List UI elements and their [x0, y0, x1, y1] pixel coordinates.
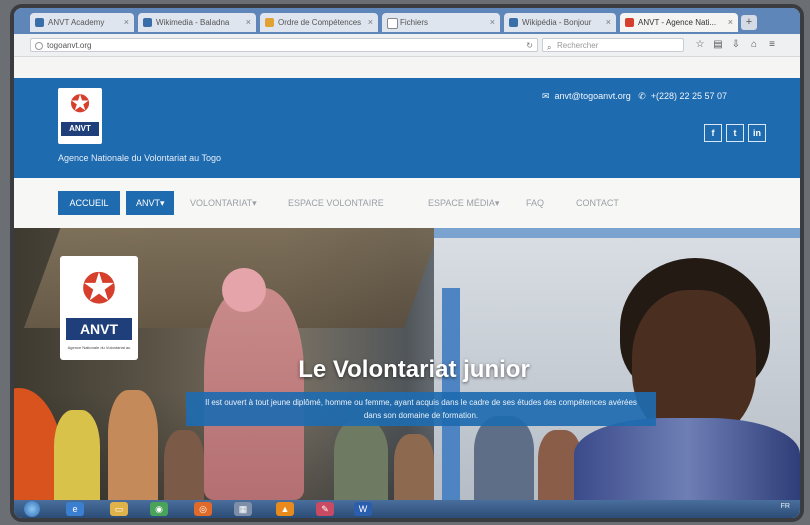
tab-label: Ordre de Compétences — [278, 18, 362, 27]
child-figure-image — [164, 430, 204, 500]
phone-icon: ✆ — [638, 91, 646, 101]
favicon-icon — [35, 18, 44, 27]
search-input[interactable]: ⌕ Rechercher — [542, 38, 684, 52]
main-menu: ACCUEIL ANVT▾ VOLONTARIAT▾ ESPACE VOLONT… — [14, 178, 800, 228]
tab-label: Fichiers — [400, 18, 429, 27]
tab-label: Wikipédia - Bonjour — [522, 18, 592, 27]
windows-taskbar: e ▭ ◉ ◎ ▦ ▲ ✎ W FR — [14, 500, 800, 518]
child-figure-image — [394, 434, 434, 500]
menu-item-volontariat[interactable]: VOLONTARIAT▾ — [190, 191, 257, 215]
contact-phone: +(228) 22 25 57 07 — [650, 91, 728, 101]
explorer-icon[interactable]: ▦ — [234, 502, 252, 516]
anvt-logo[interactable]: ✪ ANVT — [58, 88, 102, 144]
close-icon[interactable]: × — [490, 13, 495, 32]
menu-item-accueil[interactable]: ACCUEIL — [58, 191, 120, 215]
browser-nav-bar: togoanvt.org ↻ ⌕ Rechercher ☆ ▤ ⇩ ⌂ ≡ — [14, 34, 800, 57]
menu-item-contact[interactable]: CONTACT — [576, 191, 619, 215]
child-figure-image — [54, 410, 100, 500]
hero-description: Il est ouvert à tout jeune diplômé, homm… — [186, 392, 656, 426]
menu-icon[interactable]: ≡ — [766, 39, 778, 51]
twitter-icon[interactable]: t — [726, 124, 744, 142]
folder-icon[interactable]: ▭ — [110, 502, 128, 516]
linkedin-icon[interactable]: in — [748, 124, 766, 142]
browser-tab[interactable]: Wikipédia - Bonjour × — [504, 13, 616, 32]
close-icon[interactable]: × — [124, 13, 129, 32]
browser-tab-active[interactable]: ANVT - Agence Nati... × — [620, 13, 738, 32]
favicon-icon — [387, 18, 398, 29]
favicon-icon — [143, 18, 152, 27]
address-bar[interactable]: togoanvt.org ↻ — [30, 38, 538, 52]
site-tagline: Agence Nationale du Volontariat au Togo — [58, 153, 221, 163]
chrome-icon[interactable]: ◉ — [150, 502, 168, 516]
reader-icon[interactable]: ▤ — [712, 39, 724, 51]
child-figure-image — [474, 416, 534, 500]
browser-tab-bar: ANVT Academy × Wikimedia - Baladna × Ord… — [14, 8, 800, 34]
star-emblem-icon: ✪ — [69, 91, 91, 118]
taskbar-language[interactable]: FR — [781, 503, 790, 510]
start-icon[interactable] — [24, 501, 40, 517]
home-icon[interactable]: ⌂ — [748, 39, 760, 51]
site-header: ✪ ANVT Agence Nationale du Volontariat a… — [14, 78, 800, 178]
contact-info: ✉ anvt@togoanvt.org ✆ +(228) 22 25 57 07 — [542, 91, 727, 102]
reload-icon[interactable]: ↻ — [526, 39, 533, 53]
child-figure-image — [334, 420, 388, 500]
tab-label: Wikimedia - Baladna — [156, 18, 230, 27]
browser-tab[interactable]: ANVT Academy × — [30, 13, 134, 32]
envelope-icon: ✉ — [542, 91, 550, 101]
browser-tab[interactable]: Ordre de Compétences × — [260, 13, 378, 32]
vlc-icon[interactable]: ▲ — [276, 502, 294, 516]
child-figure-image — [108, 390, 158, 500]
hero-title: Le Volontariat junior — [298, 356, 530, 383]
hero-banner: ✪ ANVT Agence Nationale du Volontariat a… — [14, 228, 800, 500]
close-icon[interactable]: × — [606, 13, 611, 32]
close-icon[interactable]: × — [728, 13, 733, 32]
ie-icon[interactable]: e — [66, 502, 84, 516]
star-icon[interactable]: ☆ — [694, 39, 706, 51]
word-icon[interactable]: W — [354, 502, 372, 516]
contact-email[interactable]: anvt@togoanvt.org — [555, 91, 631, 101]
menu-item-espace-volontaire[interactable]: ESPACE VOLONTAIRE — [288, 191, 384, 215]
hero-anvt-logo: ✪ ANVT Agence Nationale du Volontariat a… — [60, 256, 138, 360]
menu-item-faq[interactable]: FAQ — [526, 191, 544, 215]
menu-item-espace-media[interactable]: ESPACE MÉDIA▾ — [428, 191, 499, 215]
paint-icon[interactable]: ✎ — [316, 502, 334, 516]
favicon-icon — [509, 18, 518, 27]
new-tab-button[interactable]: + — [741, 15, 757, 30]
search-placeholder: Rechercher — [557, 41, 599, 50]
tab-label: ANVT - Agence Nati... — [638, 18, 717, 27]
firefox-icon[interactable]: ◎ — [194, 502, 212, 516]
tab-label: ANVT Academy — [48, 18, 105, 27]
star-emblem-icon: ✪ — [81, 265, 117, 312]
globe-icon — [35, 42, 43, 50]
menu-item-anvt[interactable]: ANVT▾ — [126, 191, 174, 215]
url-text: togoanvt.org — [47, 41, 92, 50]
facebook-icon[interactable]: f — [704, 124, 722, 142]
favicon-icon — [625, 18, 634, 27]
woman-head-image — [222, 268, 266, 312]
download-icon[interactable]: ⇩ — [730, 39, 742, 51]
logo-text: ANVT — [61, 122, 99, 136]
browser-tab[interactable]: Fichiers × — [382, 13, 500, 32]
close-icon[interactable]: × — [368, 13, 373, 32]
close-icon[interactable]: × — [246, 13, 251, 32]
favicon-icon — [265, 18, 274, 27]
monitor-screen: ANVT Academy × Wikimedia - Baladna × Ord… — [14, 8, 800, 518]
search-icon: ⌕ — [547, 43, 552, 52]
hero-logo-text: ANVT — [66, 318, 132, 340]
browser-tab[interactable]: Wikimedia - Baladna × — [138, 13, 256, 32]
portrait-dress-image — [574, 418, 800, 500]
hero-logo-subtitle: Agence Nationale du Volontariat au Togo — [67, 345, 131, 350]
